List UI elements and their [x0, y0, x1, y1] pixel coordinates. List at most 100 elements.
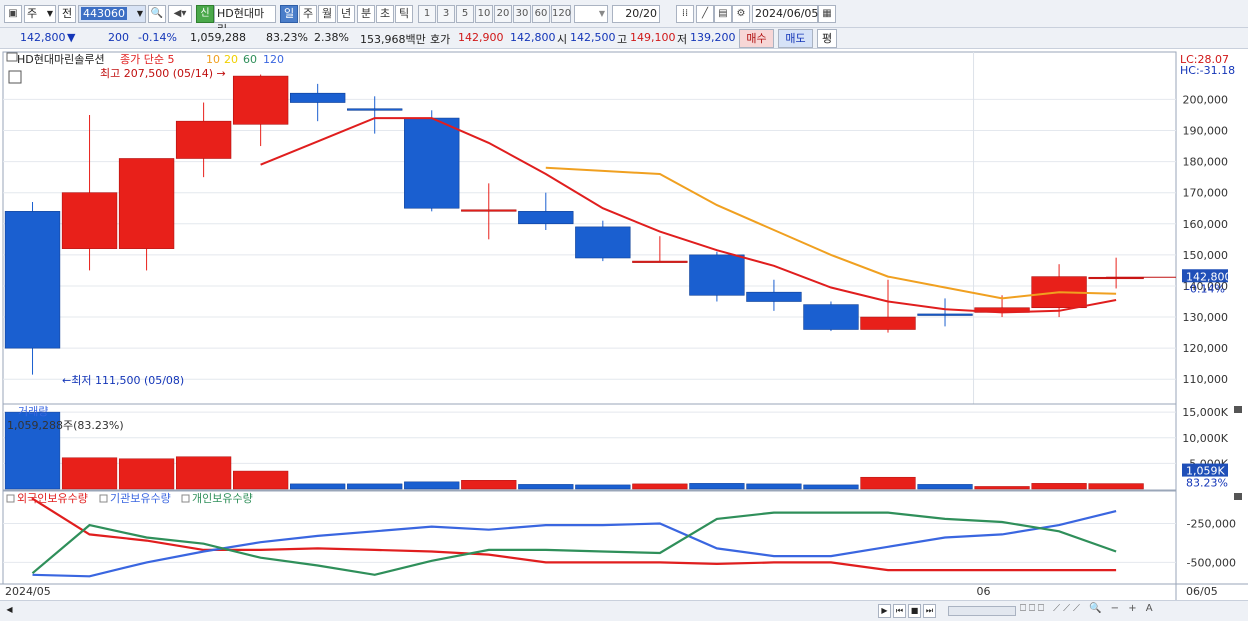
window-layout-icon[interactable]: ▣	[4, 5, 22, 23]
candle-body	[746, 291, 802, 302]
interval-5-button[interactable]: 5	[456, 5, 474, 23]
last-volume-pct: 83.23%	[1186, 477, 1228, 490]
low-annotation: ←최저 111,500 (05/08)	[62, 374, 184, 387]
scroll-left-icon[interactable]: ◀	[3, 604, 16, 618]
prev-button[interactable]: 전	[58, 5, 76, 23]
chart-scrollbar[interactable]: ◀ ▶ ⏮ ■ ⏭ ⎕⎕⎕ ⟋⟋⟋ 🔍 − + A	[0, 600, 1248, 621]
holding-tick-label: -250,000	[1187, 518, 1236, 531]
interval-120-button[interactable]: 120	[551, 5, 571, 23]
count-input[interactable]: 20/20	[612, 5, 660, 23]
current-price: 142,800	[20, 31, 66, 44]
price-tick-label: 110,000	[1183, 373, 1229, 386]
chevron-down-icon: ▼	[598, 9, 605, 18]
scroll-thumb[interactable]	[948, 606, 1016, 616]
volume-bar	[974, 486, 1030, 490]
stock-code-value: 443060	[81, 7, 127, 20]
interval-1-button[interactable]: 1	[418, 5, 436, 23]
search-icon[interactable]: 🔍	[148, 5, 166, 23]
candle-body	[917, 313, 973, 316]
period-month-button[interactable]: 월	[318, 5, 336, 23]
volume-bar	[175, 456, 232, 490]
avg-button[interactable]: 평	[817, 29, 837, 48]
market-select[interactable]: 주 ▼	[24, 5, 56, 23]
candle-body	[575, 226, 631, 259]
interval-custom-select[interactable]: ▼	[574, 5, 608, 23]
interval-3-button[interactable]: 3	[437, 5, 455, 23]
x-label-june: 06	[977, 585, 991, 598]
period-day-button[interactable]: 일	[280, 5, 298, 23]
price-tick-label: 180,000	[1183, 156, 1229, 169]
volume-tick-label: 10,000K	[1182, 432, 1228, 445]
interval-10-button[interactable]: 10	[475, 5, 493, 23]
volume-title: 거래량	[18, 405, 48, 418]
candle-body	[118, 158, 175, 249]
pane-close-icon	[1234, 406, 1242, 413]
price-change-pct: -0.14%	[138, 31, 177, 44]
count-total: /20	[639, 7, 657, 20]
candle-body	[289, 92, 346, 103]
interval-60-button[interactable]: 60	[532, 5, 550, 23]
gear-icon[interactable]: ⚙	[732, 5, 750, 23]
candle-body	[175, 120, 232, 159]
legend-ma120: 120	[263, 53, 284, 66]
volume-bar	[518, 484, 574, 490]
interval-20-button[interactable]: 20	[494, 5, 512, 23]
date-input[interactable]: 2024/06/05	[752, 5, 818, 23]
price-tick-label: 200,000	[1183, 93, 1229, 106]
volume-bar	[290, 483, 346, 490]
x-label-end: 06/05	[1186, 585, 1218, 598]
last-pct-label: -0.14%	[1186, 282, 1225, 295]
period-second-button[interactable]: 초	[376, 5, 394, 23]
holding-legend-2: 개인보유수량	[192, 492, 253, 505]
price-tick-label: 130,000	[1183, 311, 1229, 324]
period-minute-button[interactable]: 분	[357, 5, 375, 23]
count-value: 20	[625, 7, 640, 20]
price-tick-label: 170,000	[1183, 187, 1229, 200]
stock-code-input[interactable]: 443060 ▼	[78, 5, 146, 23]
period-week-button[interactable]: 주	[299, 5, 317, 23]
scroll-start-icon[interactable]: ⏮	[893, 604, 906, 618]
interval-30-button[interactable]: 30	[513, 5, 531, 23]
high-label: 고	[617, 33, 628, 46]
scroll-end-icon[interactable]: ⏭	[923, 604, 936, 618]
volume-bar	[404, 481, 460, 490]
main-toolbar: ▣ 주▼ 전 443060▼ 🔍 ◀▾ 신 HD현대마린 일 주 월 년 분 초…	[0, 0, 1248, 36]
period-year-button[interactable]: 년	[337, 5, 355, 23]
open-label: 시	[557, 33, 568, 46]
low-label: 저	[677, 33, 688, 46]
buy-button[interactable]: 매수	[739, 29, 774, 48]
sell-button[interactable]: 매도	[778, 29, 813, 48]
price-change: 200	[108, 31, 129, 44]
save-icon[interactable]: ▤	[714, 5, 732, 23]
volume-bar	[917, 484, 973, 490]
volume-bar	[1088, 483, 1144, 490]
calendar-icon[interactable]: ▦	[818, 5, 836, 23]
legend-ma20: 20	[224, 53, 238, 66]
holding-legend-box	[6, 494, 15, 503]
legend-box	[6, 52, 18, 62]
toolbar-tools-icon[interactable]: ⎕⎕⎕ ⟋⟋⟋ 🔍 − + A	[1020, 603, 1156, 614]
candle-body	[860, 316, 916, 330]
scroll-right-icon[interactable]: ▶	[878, 604, 891, 618]
turnover-pct: 2.38%	[314, 31, 349, 44]
holding-legend-1: 기관보유수량	[110, 492, 171, 505]
grid-icon[interactable]: ⁞⁞	[676, 5, 694, 23]
trade-amount: 153,968백만	[360, 33, 426, 46]
candle-body	[61, 192, 118, 249]
volume-label: 1,059,288주(83.23%)	[7, 419, 124, 432]
volume-bar	[1031, 483, 1087, 490]
stop-icon[interactable]: ■	[908, 604, 921, 618]
sound-icon[interactable]: ◀▾	[168, 5, 192, 23]
new-listing-badge: 신	[196, 5, 214, 23]
volume-bar	[61, 457, 118, 490]
holding-legend-0: 외국인보유수량	[17, 492, 88, 505]
period-tick-button[interactable]: 틱	[395, 5, 413, 23]
legend-ma60: 60	[243, 53, 257, 66]
volume-bar	[803, 484, 859, 490]
volume-bar	[689, 483, 745, 490]
candle-body	[232, 75, 289, 125]
bid-label: 호가	[430, 33, 451, 46]
hc-value: HC:-31.18	[1180, 64, 1235, 77]
draw-tool-icon[interactable]: ╱	[696, 5, 714, 23]
candle-body	[461, 209, 517, 212]
